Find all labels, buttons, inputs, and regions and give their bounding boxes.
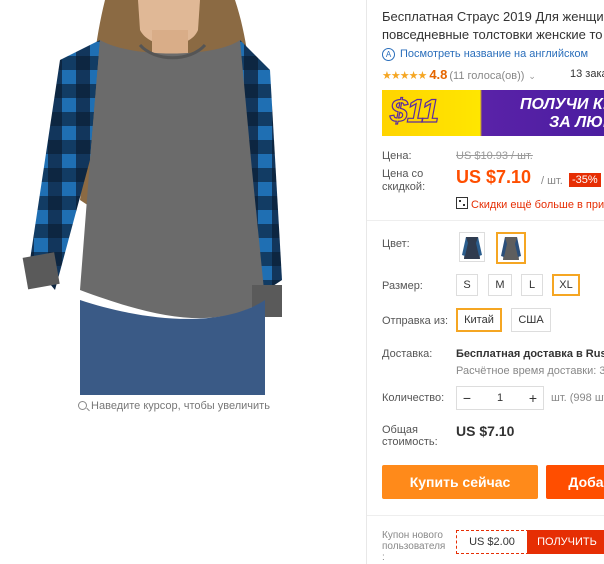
translate-title-link[interactable]: A Посмотреть название на английском — [382, 48, 588, 61]
model-photo — [20, 0, 282, 395]
chevron-down-icon[interactable]: ⌄ — [528, 71, 536, 81]
ship-from-label: Отправка из: — [382, 315, 449, 327]
total-label: Общая стоимость: — [382, 424, 438, 448]
total-price: US $7.10 — [456, 423, 515, 439]
quantity-plus-button[interactable]: + — [523, 387, 543, 409]
get-coupon-button[interactable]: ПОЛУЧИТЬ — [527, 530, 604, 554]
add-to-cart-button[interactable]: Доба — [546, 465, 604, 499]
size-option-s[interactable]: S — [456, 274, 478, 296]
delivery-value[interactable]: Бесплатная доставка в Russ — [456, 348, 604, 360]
zoom-hint: Наведите курсор, чтобы увеличить — [20, 400, 328, 412]
new-user-coupon: US $2.00 ПОЛУЧИТЬ — [456, 530, 604, 554]
total-label-line1: Общая — [382, 424, 418, 436]
rating-stars-icon: ★★★★★ — [382, 70, 427, 82]
discount-badge: -35% — [569, 173, 601, 187]
ship-from-china[interactable]: Китай — [456, 308, 502, 332]
rating-value: 4.8 — [429, 67, 448, 82]
promo-line2: ЗА ЛЮБ — [549, 114, 604, 131]
translate-link-text: Посмотреть название на английском — [400, 48, 589, 60]
size-label: Размер: — [382, 280, 423, 292]
size-option-xl[interactable]: XL — [552, 274, 580, 296]
ship-from-usa[interactable]: США — [511, 308, 551, 332]
stock-info: шт. (998 шт — [551, 392, 604, 404]
color-swatch-blue[interactable] — [459, 232, 485, 262]
buy-now-button[interactable]: Купить сейчас — [382, 465, 538, 499]
promo-amount: $11 — [389, 92, 439, 129]
coupon-label-line1: Купон нового — [382, 530, 443, 541]
coupon-label-line3: : — [382, 552, 385, 563]
quantity-stepper: − 1 + — [456, 386, 544, 410]
old-price: US $10.93 / шт. — [456, 150, 533, 162]
size-option-m[interactable]: M — [488, 274, 512, 296]
size-option-l[interactable]: L — [521, 274, 543, 296]
promo-line1: ПОЛУЧИ КУ — [520, 96, 604, 113]
product-main-image[interactable] — [20, 0, 282, 395]
section-divider-2 — [367, 515, 604, 516]
discount-price-label: Цена со скидкой: — [382, 168, 425, 194]
discount-price: US $7.10 — [456, 167, 532, 187]
app-discount-text: Скидки ещё больше в прил — [471, 199, 604, 211]
magnifier-icon — [78, 401, 88, 410]
votes-link[interactable]: (11 голоса(ов)) — [449, 70, 524, 82]
section-divider — [367, 220, 604, 221]
translate-icon: A — [382, 48, 395, 61]
column-divider — [366, 0, 367, 564]
coupon-label-line2: пользователя — [382, 541, 446, 552]
zoom-hint-text: Наведите курсор, чтобы увеличить — [91, 400, 270, 412]
quantity-minus-button[interactable]: − — [457, 387, 477, 409]
discount-label-line2: скидкой: — [382, 181, 426, 193]
coupon-value: US $2.00 — [469, 536, 515, 548]
total-label-line2: стоимость: — [382, 436, 438, 448]
swatch-image-gray — [498, 234, 524, 262]
coupon-label: Купон нового пользователя : — [382, 530, 445, 563]
product-title-line1: Бесплатная Страус 2019 Для женщи — [382, 9, 604, 24]
color-swatch-gray[interactable] — [496, 232, 526, 264]
product-title-line2: повседневные толстовки женские то — [382, 27, 603, 42]
delivery-time: Расчётное время доставки: 30 — [456, 365, 604, 377]
quantity-input[interactable]: 1 — [477, 387, 523, 409]
qr-code-icon — [456, 197, 468, 209]
discount-label-line1: Цена со — [382, 168, 424, 180]
orders-count: 13 зака — [570, 68, 604, 80]
price-label: Цена: — [382, 150, 412, 162]
product-title: Бесплатная Страус 2019 Для женщи повседн… — [382, 8, 604, 44]
delivery-label: Доставка: — [382, 348, 433, 360]
color-label: Цвет: — [382, 238, 410, 250]
swatch-image-blue — [460, 233, 484, 261]
rating-row: ★★★★★ 4.8 (11 голоса(ов)) ⌄ 13 зака — [382, 67, 604, 82]
price-unit: / шт. — [541, 175, 563, 187]
promo-banner[interactable]: $11 ПОЛУЧИ КУ ЗА ЛЮБ — [382, 90, 604, 136]
quantity-label: Количество: — [382, 392, 445, 404]
app-discount-link[interactable]: Скидки ещё больше в прил — [456, 196, 604, 211]
